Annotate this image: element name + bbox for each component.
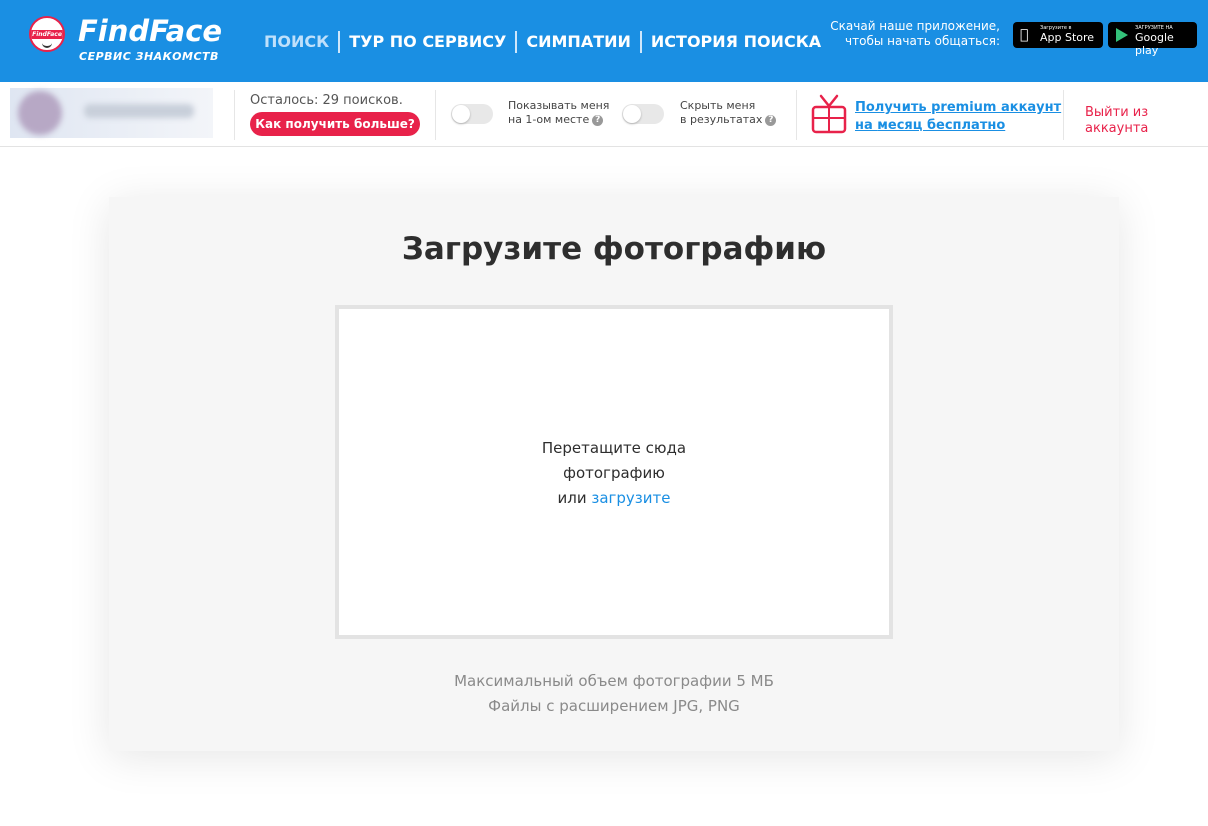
apple-icon: 	[1020, 27, 1028, 43]
user-name-blurred	[84, 104, 194, 118]
brand-subtitle: СЕРВИС ЗНАКОМСТВ	[79, 50, 219, 63]
logo-badge-text: FindFace	[32, 31, 62, 38]
nav-item-search[interactable]: ПОИСК	[264, 32, 329, 52]
divider	[435, 90, 436, 140]
nav-divider	[338, 31, 341, 53]
google-play-label: Google play	[1135, 31, 1174, 57]
account-bar: Осталось: 29 поисков. Как получить больш…	[0, 82, 1208, 147]
nav-divider	[639, 31, 642, 53]
divider	[234, 90, 235, 140]
nav-item-history[interactable]: ИСТОРИЯ ПОИСКА	[651, 32, 821, 52]
nav-divider	[515, 31, 518, 53]
findface-logo-icon[interactable]: FindFace	[29, 16, 65, 52]
app-store-button[interactable]:  Загрузите в App Store	[1013, 22, 1103, 48]
google-play-icon	[1116, 28, 1128, 42]
main-nav: ПОИСК ТУР ПО СЕРВИСУ СИМПАТИИ ИСТОРИЯ ПО…	[264, 31, 821, 53]
top-header: FindFace FindFace СЕРВИС ЗНАКОМСТВ ПОИСК…	[0, 0, 1208, 82]
formats-note: Файлы с расширением JPG, PNG	[488, 697, 740, 715]
brand-name[interactable]: FindFace	[78, 14, 222, 48]
premium-offer-link[interactable]: Получить premium аккаунт на месяц беспла…	[855, 99, 1061, 135]
logout-link[interactable]: Выйти из аккаунта	[1085, 105, 1208, 137]
hide-me-label: Скрыть меня в результатах?	[680, 99, 777, 127]
upload-limits: Максимальный объем фотографии 5 МБ Файлы…	[109, 669, 1119, 719]
google-play-button[interactable]: ЗАГРУЗИТЕ НА Google play	[1108, 22, 1197, 57]
nav-item-tour[interactable]: ТУР ПО СЕРВИСУ	[349, 32, 506, 52]
app-promo-line1: Скачай наше приложение,	[830, 19, 1000, 33]
help-icon[interactable]: ?	[765, 114, 777, 126]
nav-item-likes[interactable]: СИМПАТИИ	[526, 32, 631, 52]
upload-link[interactable]: загрузите	[591, 489, 670, 507]
remaining-searches: Осталось: 29 поисков.	[250, 93, 403, 108]
hide-me-toggle[interactable]	[622, 104, 664, 124]
upload-card: Загрузите фотографию Перетащите сюда фот…	[109, 197, 1119, 751]
show-first-label: Показывать меня на 1-ом месте?	[508, 99, 610, 126]
photo-dropzone[interactable]: Перетащите сюда фотографию или загрузите	[335, 305, 893, 639]
max-size-note: Максимальный объем фотографии 5 МБ	[454, 672, 774, 690]
help-icon[interactable]: ?	[592, 114, 604, 126]
page-title: Загрузите фотографию	[401, 231, 827, 267]
app-promo-text: Скачай наше приложение, чтобы начать общ…	[820, 19, 1000, 49]
get-more-button[interactable]: Как получить больше?	[250, 112, 420, 136]
dropzone-instructions: Перетащите сюда фотографию или загрузите	[541, 439, 687, 507]
show-first-toggle[interactable]	[451, 104, 493, 124]
avatar[interactable]	[18, 91, 62, 135]
app-promo-line2: чтобы начать общаться:	[845, 34, 1000, 48]
app-store-label: App Store	[1040, 31, 1095, 44]
divider	[1063, 90, 1064, 140]
gift-icon[interactable]	[811, 94, 847, 134]
divider	[796, 90, 797, 140]
user-profile-card[interactable]	[10, 88, 213, 138]
